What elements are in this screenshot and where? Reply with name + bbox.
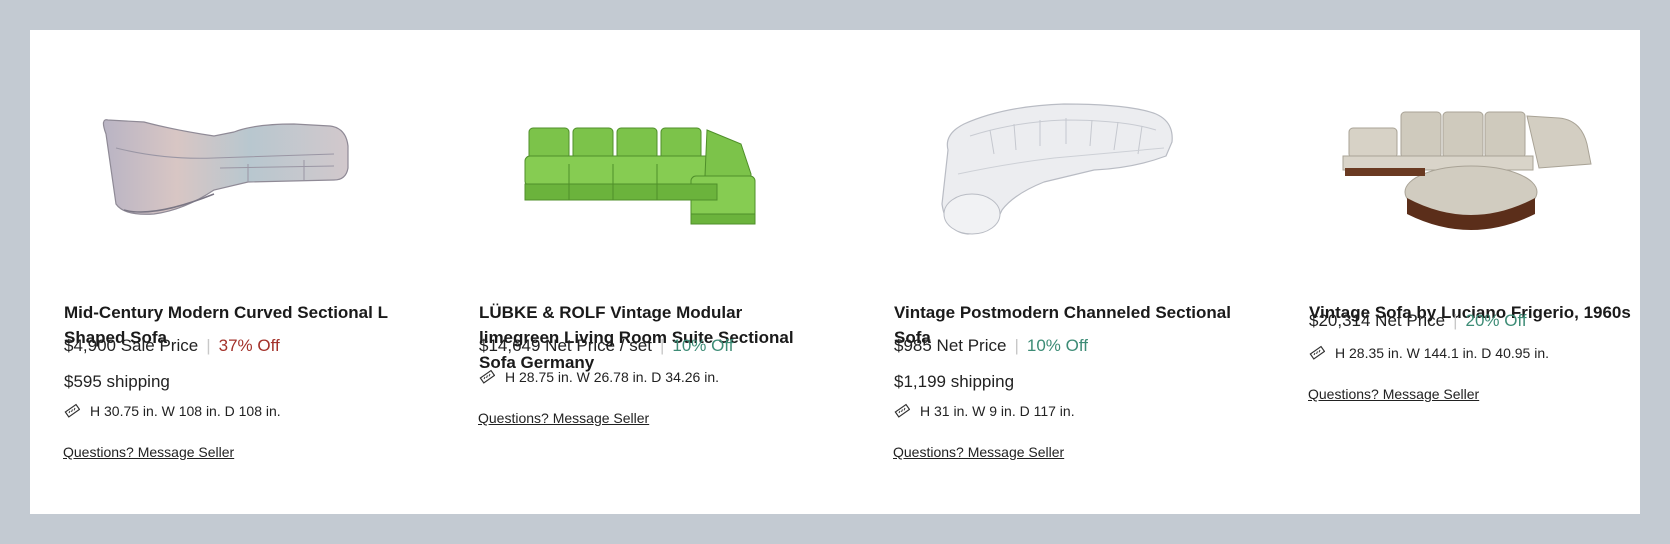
shipping-cost: $595 shipping (64, 372, 170, 391)
price-line: $985 Net Price | 10% Off (894, 336, 1088, 355)
discount-badge: 10% Off (672, 336, 734, 355)
message-seller-link[interactable]: Questions? Message Seller (478, 410, 649, 426)
product-image-frigerio-sofa[interactable] (1309, 64, 1640, 264)
dimensions-text: H 31 in. W 9 in. D 117 in. (920, 403, 1075, 419)
dimensions: H 28.35 in. W 144.1 in. D 40.95 in. (1309, 345, 1549, 361)
ruler-icon (64, 403, 80, 418)
product-image-curved-sofa[interactable] (64, 64, 404, 264)
dimensions: H 30.75 in. W 108 in. D 108 in. (64, 403, 281, 419)
discount-badge: 37% Off (218, 336, 280, 355)
message-seller-link[interactable]: Questions? Message Seller (893, 444, 1064, 460)
price: $4,900 Sale Price (64, 336, 199, 355)
price-line: $20,314 Net Price | 20% Off (1309, 311, 1527, 330)
product-image-white-sofa[interactable] (894, 64, 1234, 264)
price-line: $4,900 Sale Price | 37% Off (64, 336, 280, 355)
price: $20,314 Net Price (1309, 311, 1446, 330)
message-seller-link[interactable]: Questions? Message Seller (1308, 386, 1479, 402)
discount-badge: 10% Off (1026, 336, 1088, 355)
price: $985 Net Price (894, 336, 1007, 355)
price-line: $14,649 Net Price / set | 10% Off (479, 336, 734, 355)
dimensions-text: H 30.75 in. W 108 in. D 108 in. (90, 403, 281, 419)
discount-badge: 20% Off (1465, 311, 1527, 330)
ruler-icon (479, 369, 495, 384)
message-seller-link[interactable]: Questions? Message Seller (63, 444, 234, 460)
dimensions: H 28.75 in. W 26.78 in. D 34.26 in. (479, 369, 719, 385)
dimensions-text: H 28.75 in. W 26.78 in. D 34.26 in. (505, 369, 720, 385)
ruler-icon (1309, 345, 1325, 360)
dimensions-text: H 28.35 in. W 144.1 in. D 40.95 in. (1335, 345, 1550, 361)
product-image-green-sofa[interactable] (479, 64, 819, 264)
ruler-icon (894, 403, 910, 418)
price: $14,649 Net Price / set (479, 336, 652, 355)
shipping-cost: $1,199 shipping (894, 372, 1015, 391)
dimensions: H 31 in. W 9 in. D 117 in. (894, 403, 1075, 419)
product-carousel: Mid-Century Modern Curved Sectional L Sh… (30, 30, 1640, 514)
